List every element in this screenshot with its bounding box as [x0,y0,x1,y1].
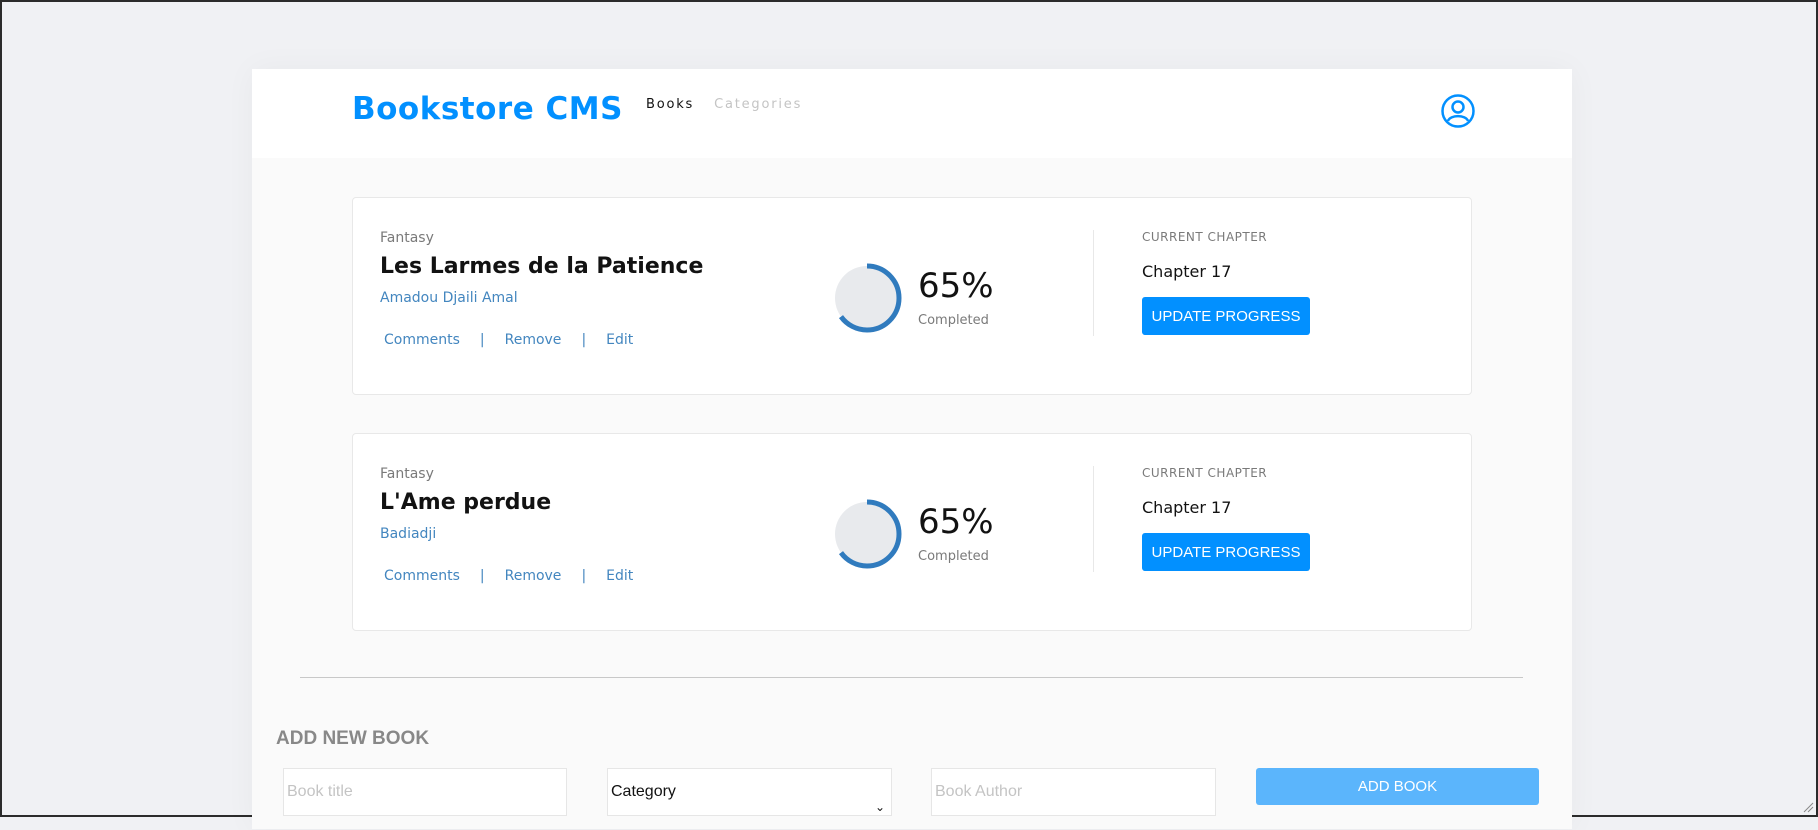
current-chapter: Chapter 17 [1142,262,1232,281]
action-separator: | [479,332,485,348]
current-chapter: Chapter 17 [1142,498,1232,517]
nav-categories[interactable]: Categories [714,97,802,112]
book-card: Fantasy L'Ame perdue Badiadji Comments | R… [352,433,1472,631]
add-book-heading: ADD NEW BOOK [276,728,430,749]
edit-button[interactable]: Edit [606,332,633,348]
header: Bookstore CMS Books Categories [252,69,1572,158]
action-separator: | [479,568,485,584]
comments-button[interactable]: Comments [384,568,460,584]
progress-completed-label: Completed [918,313,989,328]
progress-percent: 65% [918,266,994,306]
book-actions: Comments | Remove | Edit [384,332,633,348]
update-progress-button[interactable]: UPDATE PROGRESS [1142,533,1310,571]
book-title-input[interactable] [283,768,567,816]
book-author[interactable]: Badiadji [380,526,436,542]
book-title: Les Larmes de la Patience [380,254,704,279]
progress-completed-label: Completed [918,549,989,564]
section-divider [300,677,1523,678]
nav: Books Categories [646,97,816,112]
remove-button[interactable]: Remove [505,568,562,584]
category-select-value: Category [611,783,676,800]
add-book-button[interactable]: ADD BOOK [1256,768,1539,805]
book-author-input[interactable] [931,768,1216,816]
action-separator: | [581,332,587,348]
book-actions: Comments | Remove | Edit [384,568,633,584]
update-progress-button[interactable]: UPDATE PROGRESS [1142,297,1310,335]
comments-button[interactable]: Comments [384,332,460,348]
edit-button[interactable]: Edit [606,568,633,584]
book-card: Fantasy Les Larmes de la Patience Amadou… [352,197,1472,395]
progress-percent: 65% [918,502,994,542]
book-genre: Fantasy [380,230,434,246]
current-chapter-label: CURRENT CHAPTER [1142,466,1268,480]
remove-button[interactable]: Remove [505,332,562,348]
logo[interactable]: Bookstore CMS [352,91,623,127]
current-chapter-label: CURRENT CHAPTER [1142,230,1268,244]
book-title: L'Ame perdue [380,490,552,515]
divider [1093,230,1094,336]
user-circle-icon[interactable] [1441,94,1475,128]
divider [1093,466,1094,572]
progress-ring [832,263,902,333]
category-select[interactable]: Category ⌄ [607,768,892,816]
book-genre: Fantasy [380,466,434,482]
main-panel: Bookstore CMS Books Categories Fantasy L… [252,69,1572,829]
action-separator: | [581,568,587,584]
book-author[interactable]: Amadou Djaili Amal [380,290,518,306]
resize-grip-icon[interactable] [1802,801,1814,813]
nav-books[interactable]: Books [646,97,694,112]
progress-ring [832,499,902,569]
chevron-down-icon: ⌄ [874,800,885,814]
